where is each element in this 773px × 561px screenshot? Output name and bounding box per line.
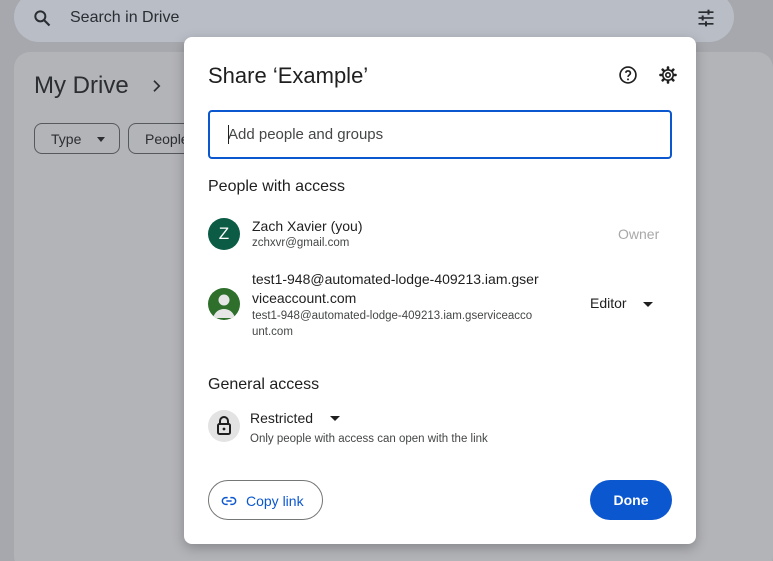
link-icon bbox=[221, 496, 237, 506]
person-email-line1: test1-948@automated-lodge-409213.iam.gse… bbox=[252, 310, 533, 322]
owner-role-label: Owner bbox=[618, 226, 660, 242]
person-name-line1: test1-948@automated-lodge-409213.iam.gse… bbox=[252, 271, 539, 287]
filter-type-chip[interactable]: Type bbox=[34, 123, 120, 154]
copy-link-button[interactable]: Copy link bbox=[208, 480, 323, 520]
general-access-dropdown[interactable]: Restricted bbox=[250, 410, 313, 426]
person-email-line2: unt.com bbox=[252, 326, 293, 338]
people-with-access-heading: People with access bbox=[208, 178, 345, 195]
caret-down-icon[interactable] bbox=[330, 416, 340, 421]
avatar bbox=[208, 288, 240, 320]
filter-type-label: Type bbox=[51, 131, 82, 147]
lock-badge bbox=[208, 410, 240, 442]
role-dropdown[interactable]: Editor bbox=[590, 295, 627, 311]
done-button[interactable]: Done bbox=[590, 480, 672, 520]
dialog-title: Share ‘Example’ bbox=[208, 63, 369, 88]
lock-icon bbox=[217, 416, 231, 435]
search-icon[interactable] bbox=[32, 8, 52, 28]
gear-icon[interactable] bbox=[658, 65, 678, 85]
help-icon[interactable] bbox=[618, 65, 638, 85]
caret-down-icon[interactable] bbox=[643, 302, 653, 307]
person-name-line2: viceaccount.com bbox=[252, 290, 357, 306]
text-cursor bbox=[228, 125, 229, 144]
general-access-description: Only people with access can open with th… bbox=[250, 433, 488, 445]
copy-link-label: Copy link bbox=[246, 493, 304, 509]
person-email: zchxvr@gmail.com bbox=[252, 237, 350, 249]
person-name: Zach Xavier (you) bbox=[252, 218, 363, 234]
general-access-heading: General access bbox=[208, 376, 320, 393]
caret-down-icon bbox=[97, 137, 105, 142]
add-people-input[interactable] bbox=[208, 110, 672, 159]
filter-people-label: People bbox=[145, 131, 189, 147]
person-icon bbox=[213, 294, 235, 318]
avatar: Z bbox=[208, 218, 240, 250]
page-title: My Drive bbox=[34, 72, 129, 99]
share-dialog: Share ‘Example’ People with access Z Zac… bbox=[184, 37, 696, 544]
search-input[interactable]: Search in Drive bbox=[70, 9, 179, 27]
tune-icon[interactable] bbox=[696, 8, 716, 28]
chevron-right-icon[interactable] bbox=[148, 77, 166, 95]
